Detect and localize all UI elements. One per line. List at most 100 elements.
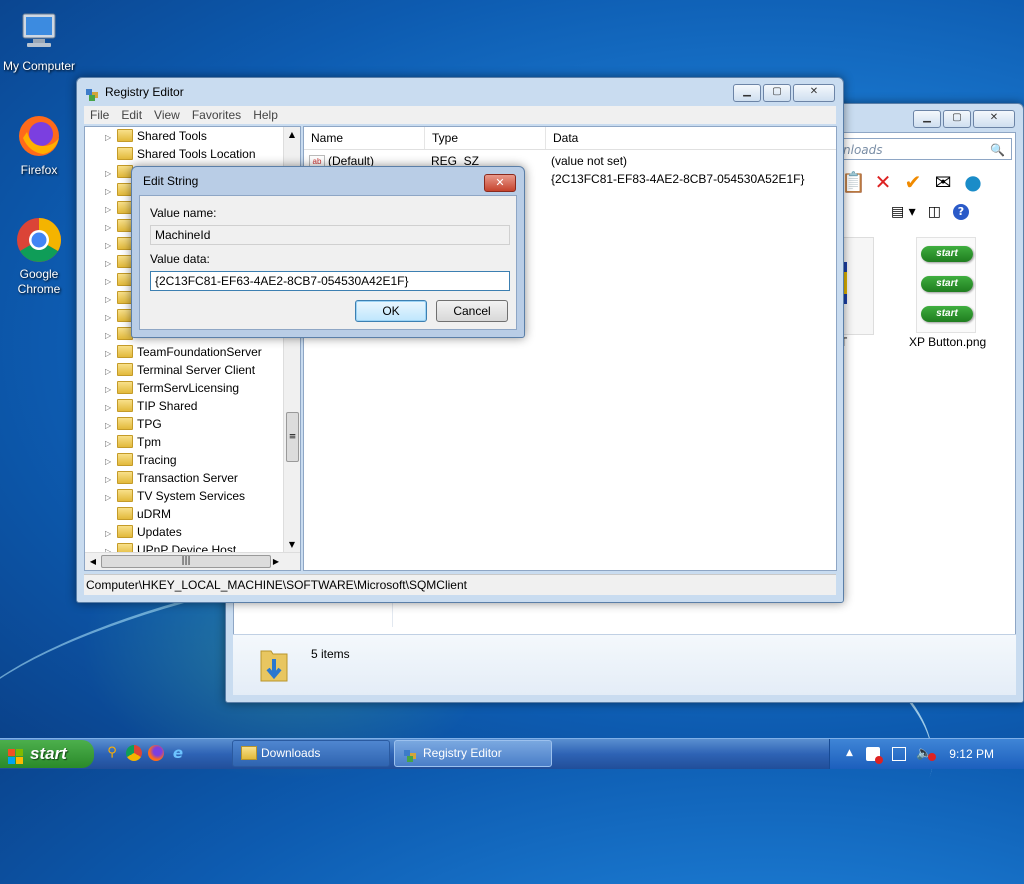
taskbar-item-registry-editor[interactable]: Registry Editor — [394, 740, 552, 767]
show-hidden-icons-icon[interactable]: ▲ — [846, 748, 853, 758]
tree-item-label: Terminal Server Client — [137, 363, 256, 377]
minimize-button[interactable]: ▁ — [913, 110, 941, 128]
desktop-icon-my-computer[interactable]: My Computer — [0, 8, 81, 74]
column-header-type[interactable]: Type — [425, 127, 546, 149]
search-icon: 🔍 — [990, 143, 1005, 157]
clipboard-icon[interactable]: 📋 — [841, 170, 866, 194]
action-center-icon[interactable] — [866, 747, 883, 764]
menu-help[interactable]: Help — [247, 106, 284, 124]
close-button[interactable]: ✕ — [484, 174, 516, 192]
taskbar-item-label: Registry Editor — [423, 746, 502, 760]
desktop-icon-label: My Computer — [2, 59, 76, 73]
search-icon[interactable]: ⚲ — [104, 745, 120, 761]
minimize-button[interactable]: ▁ — [733, 84, 761, 102]
menu-file[interactable]: File — [84, 106, 115, 124]
globe-icon[interactable]: ● — [961, 170, 985, 194]
xp-start-thumbnail: start — [921, 276, 973, 292]
menu-bar: File Edit View Favorites Help — [84, 106, 836, 124]
folder-download-icon — [259, 645, 289, 683]
scroll-down-icon[interactable]: ▼ — [284, 537, 300, 553]
search-input[interactable]: nloads 🔍 — [836, 138, 1012, 160]
window-title: Registry Editor — [105, 85, 184, 99]
maximize-button[interactable]: ▢ — [763, 84, 791, 102]
delete-icon[interactable]: ✕ — [871, 170, 895, 194]
file-tile-xp-button[interactable]: start start start XP Button.png — [906, 237, 1016, 357]
scroll-thumb[interactable]: ||| — [101, 555, 271, 568]
firefox-icon[interactable] — [148, 745, 164, 761]
desktop-icon-firefox[interactable]: Firefox — [0, 112, 81, 178]
value-data-cell: {2C13FC81-EF83-4AE2-8CB7-054530A52E1F} — [551, 172, 805, 186]
close-button[interactable]: ✕ — [973, 110, 1015, 128]
tree-item[interactable]: Shared Tools Location — [105, 145, 256, 163]
registry-editor-window[interactable]: Registry Editor ▁ ▢ ✕ File Edit View Fav… — [76, 77, 844, 603]
menu-favorites[interactable]: Favorites — [186, 106, 247, 124]
tree-item-label: TeamFoundationServer — [137, 345, 262, 359]
taskbar: start ⚲ e Downloads Registry Editor ▲ 🔈 … — [0, 738, 1024, 769]
tree-item-label: Shared Tools — [137, 129, 207, 143]
tree-item[interactable]: ▷ Tracing — [105, 451, 177, 469]
tree-item[interactable]: ▷ TeamFoundationServer — [105, 343, 262, 361]
xp-start-thumbnail: start — [921, 306, 973, 322]
start-button[interactable]: start — [0, 740, 94, 768]
horizontal-scrollbar[interactable]: ◀ ||| ▶ — [85, 552, 300, 570]
chrome-icon[interactable] — [126, 745, 142, 761]
value-data-cell: (value not set) — [551, 154, 628, 168]
network-icon[interactable] — [892, 747, 906, 761]
clock[interactable]: 9:12 PM — [949, 739, 994, 769]
desktop-icon-chrome[interactable]: Google Chrome — [0, 216, 81, 297]
close-button[interactable]: ✕ — [793, 84, 835, 102]
tree-item[interactable]: ▷ Tpm — [105, 433, 161, 451]
view-options-icon[interactable]: ▤ ▾ — [891, 204, 916, 220]
tree-item-label: Tpm — [137, 435, 161, 449]
tree-item[interactable]: ▷ TIP Shared — [105, 397, 197, 415]
tree-item[interactable]: uDRM — [105, 505, 171, 523]
ok-button[interactable]: OK — [355, 300, 427, 322]
view-toolbar: ▤ ▾ ◫ ? — [891, 204, 969, 220]
chrome-icon — [15, 216, 63, 264]
folder-icon — [117, 129, 133, 143]
folder-icon — [117, 345, 133, 359]
explorer-status-bar: 5 items — [233, 634, 1016, 695]
xp-start-thumbnail: start — [921, 246, 973, 262]
value-data-input[interactable] — [150, 271, 510, 291]
help-icon[interactable]: ? — [952, 204, 969, 220]
scroll-right-icon[interactable]: ▶ — [268, 553, 284, 570]
tree-item-label: TermServLicensing — [137, 381, 240, 395]
folder-icon — [117, 489, 133, 503]
tree-item-label: TIP Shared — [137, 399, 198, 413]
cancel-button[interactable]: Cancel — [436, 300, 508, 322]
column-header-data[interactable]: Data — [546, 127, 833, 149]
taskbar-item-downloads[interactable]: Downloads — [232, 740, 390, 767]
folder-icon — [117, 417, 133, 431]
folder-icon — [117, 525, 133, 539]
tree-item[interactable]: ▷ Shared Tools — [105, 127, 207, 145]
scroll-thumb[interactable]: ≡ — [286, 412, 299, 462]
tree-item[interactable]: ▷ Transaction Server — [105, 469, 238, 487]
edit-string-dialog[interactable]: Edit String ✕ Value name: MachineId Valu… — [131, 166, 525, 338]
folder-icon — [117, 363, 133, 377]
menu-view[interactable]: View — [148, 106, 186, 124]
tree-item[interactable]: ▷ Terminal Server Client — [105, 361, 255, 379]
windows-flag-icon — [8, 746, 24, 764]
internet-explorer-icon[interactable]: e — [170, 745, 186, 761]
dialog-title-bar[interactable]: Edit String — [132, 167, 524, 195]
menu-edit[interactable]: Edit — [115, 106, 148, 124]
folder-icon — [117, 453, 133, 467]
scroll-left-icon[interactable]: ◀ — [85, 553, 101, 570]
tree-item[interactable]: ▷ TermServLicensing — [105, 379, 239, 397]
maximize-button[interactable]: ▢ — [943, 110, 971, 128]
window-title-bar[interactable]: Registry Editor — [77, 78, 843, 106]
mail-icon[interactable]: ✉ — [931, 170, 955, 194]
tree-item[interactable]: ▷ Updates — [105, 523, 182, 541]
volume-icon[interactable]: 🔈 — [916, 746, 937, 761]
preview-pane-icon[interactable]: ◫ — [928, 204, 941, 220]
column-header-name[interactable]: Name — [304, 127, 425, 149]
checkmark-icon[interactable]: ✔ — [901, 170, 925, 194]
tree-item-label: Transaction Server — [137, 471, 238, 485]
registry-editor-icon — [85, 84, 101, 101]
tree-item[interactable]: ▷ TV System Services — [105, 487, 245, 505]
registry-editor-icon — [403, 746, 419, 762]
system-tray: ▲ 🔈 9:12 PM — [829, 739, 1024, 769]
tree-item[interactable]: ▷ TPG — [105, 415, 162, 433]
scroll-up-icon[interactable]: ▲ — [284, 127, 300, 143]
